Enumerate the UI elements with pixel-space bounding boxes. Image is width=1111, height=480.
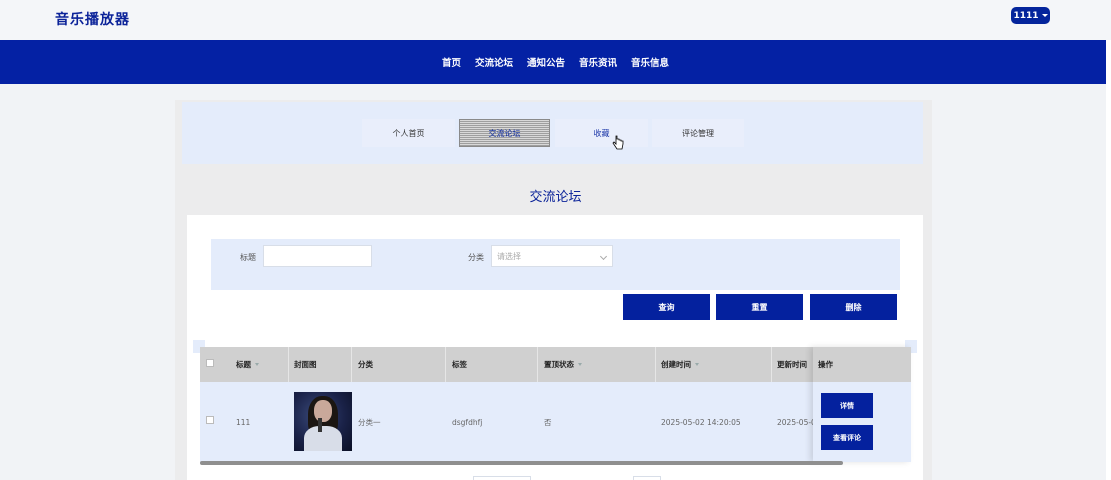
column-divider [288, 347, 289, 382]
category-filter-label: 分类 [468, 253, 484, 262]
cell-pinned: 否 [544, 417, 552, 427]
nav-item-music-news[interactable]: 音乐资讯 [579, 55, 617, 69]
cell-title: 111 [236, 417, 251, 427]
microphone-icon [318, 418, 322, 432]
user-name: 1111 [1013, 10, 1039, 21]
title-filter-label: 标题 [240, 253, 256, 262]
column-header-updated[interactable]: 更新时间 [777, 347, 807, 382]
cell-tag: dsgfdhfj [452, 417, 483, 427]
column-header-category: 分类 [358, 360, 373, 369]
column-header-actions: 操作 [818, 360, 833, 369]
pagination-control[interactable] [473, 476, 531, 480]
row-checkbox[interactable] [206, 416, 214, 424]
cell-updated: 2025-05-0 [777, 417, 813, 427]
column-divider [445, 347, 446, 382]
main-nav: 首页 交流论坛 通知公告 音乐资讯 音乐信息 [0, 40, 1111, 84]
column-divider [537, 347, 538, 382]
chevron-down-icon [599, 252, 608, 261]
hand-cursor-icon [612, 135, 624, 150]
user-menu-button[interactable]: 1111 [1011, 7, 1050, 24]
tab-favorites[interactable]: 收藏 [555, 119, 648, 147]
nav-item-notice[interactable]: 通知公告 [527, 55, 565, 69]
cover-image [294, 392, 352, 451]
nav-item-forum[interactable]: 交流论坛 [475, 55, 513, 69]
cover-face [314, 400, 332, 422]
view-comments-button[interactable]: 查看评论 [821, 425, 873, 450]
cell-created: 2025-05-02 14:20:05 [661, 417, 741, 427]
sort-icon [255, 363, 259, 366]
category-select[interactable]: 请选择 [491, 245, 613, 267]
column-divider [655, 347, 656, 382]
query-button[interactable]: 查询 [623, 294, 710, 320]
delete-button[interactable]: 删除 [810, 294, 897, 320]
page-edge [1106, 40, 1111, 480]
title-filter-input[interactable] [263, 245, 372, 267]
select-all-checkbox[interactable] [206, 359, 214, 367]
page-title: 交流论坛 [529, 190, 582, 205]
column-header-cover: 封面图 [294, 360, 317, 369]
nav-item-music-info[interactable]: 音乐信息 [631, 55, 669, 69]
category-select-placeholder: 请选择 [497, 251, 521, 261]
caret-down-icon [1041, 14, 1048, 17]
horizontal-scrollbar[interactable] [200, 461, 843, 465]
pagination-control[interactable] [633, 476, 661, 480]
tab-forum[interactable]: 交流论坛 [459, 119, 550, 147]
top-bar: 音乐播放器 1111 [0, 0, 1111, 40]
detail-button[interactable]: 详情 [821, 393, 873, 418]
nav-item-home[interactable]: 首页 [442, 55, 461, 69]
sort-icon [695, 363, 699, 366]
column-divider [771, 347, 772, 382]
column-header-title[interactable]: 标题 [236, 347, 259, 382]
cell-category: 分类一 [358, 417, 381, 427]
tab-comment-management[interactable]: 评论管理 [652, 119, 744, 147]
sub-nav [182, 102, 923, 164]
column-divider [351, 347, 352, 382]
tab-personal-home[interactable]: 个人首页 [362, 119, 455, 147]
sort-icon [578, 363, 582, 366]
cover-body [304, 426, 342, 451]
brand-title: 音乐播放器 [55, 12, 130, 28]
column-header-pinned[interactable]: 置顶状态 [544, 347, 582, 382]
column-header-created[interactable]: 创建时间 [661, 347, 699, 382]
reset-button[interactable]: 重置 [716, 294, 803, 320]
column-header-tag: 标签 [452, 360, 467, 369]
